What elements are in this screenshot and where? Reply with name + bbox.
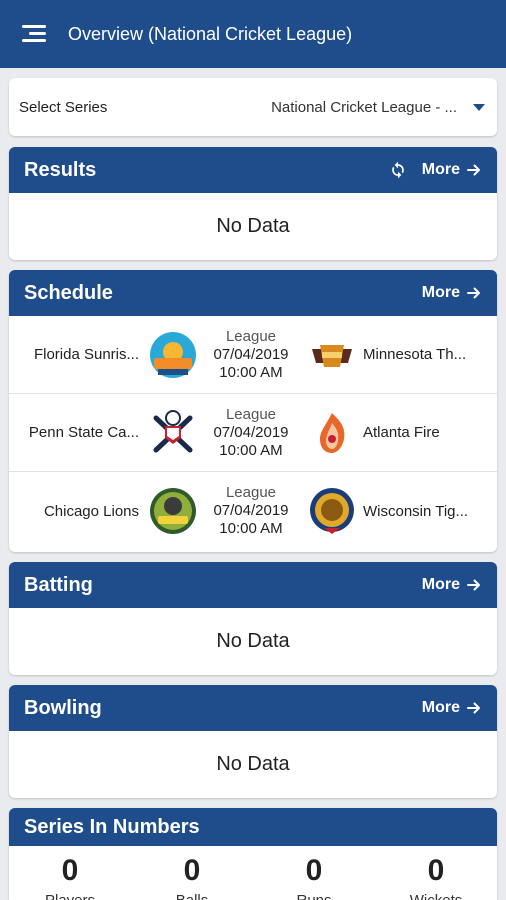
- wisconsin-tigers-logo-icon: [303, 485, 361, 537]
- stat-wickets: 0 Wickets: [375, 846, 497, 900]
- atlanta-fire-logo-icon: [303, 407, 361, 459]
- bowling-header: Bowling More: [9, 685, 497, 731]
- match-type: League: [225, 327, 277, 345]
- penn-state-logo-icon: [147, 407, 199, 459]
- select-series-value[interactable]: National Cricket League - ...: [271, 99, 457, 116]
- menu-icon[interactable]: [22, 25, 46, 43]
- batting-more-button[interactable]: More: [422, 576, 482, 594]
- results-title: Results: [24, 158, 97, 181]
- stat-label: Wickets: [375, 892, 497, 900]
- stat-label: Runs: [253, 892, 375, 900]
- stat-runs: 0 Runs: [253, 846, 375, 900]
- batting-title: Batting: [24, 573, 93, 596]
- home-team-name: Chicago Lions: [43, 502, 139, 520]
- bowling-card: Bowling More No Data: [9, 685, 497, 798]
- stat-value: 0: [61, 854, 79, 887]
- schedule-more-button[interactable]: More: [422, 284, 482, 302]
- arrow-right-icon: [467, 702, 480, 714]
- stat-label: Players: [9, 892, 131, 900]
- results-card: Results More No Data: [9, 147, 497, 260]
- stat-players: 0 Players: [9, 846, 131, 900]
- stat-value: 0: [305, 854, 323, 887]
- stat-label: Balls: [131, 892, 253, 900]
- match-type: League: [225, 405, 277, 423]
- page-title: Overview (National Cricket League): [68, 23, 353, 44]
- arrow-right-icon: [467, 164, 480, 176]
- series-selector[interactable]: Select Series National Cricket League - …: [9, 78, 497, 136]
- florida-sunrisers-logo-icon: [147, 329, 199, 381]
- bowling-empty: No Data: [216, 753, 290, 775]
- stat-value: 0: [427, 854, 445, 887]
- chicago-lions-logo-icon: [147, 485, 199, 537]
- results-empty: No Data: [216, 215, 290, 237]
- match-time: 10:00 AM: [219, 363, 283, 381]
- batting-header: Batting More: [9, 562, 497, 608]
- match-info: League 07/04/2019 10:00 AM: [199, 406, 303, 460]
- app-bar: Overview (National Cricket League): [0, 0, 506, 68]
- results-header: Results More: [9, 147, 497, 193]
- series-numbers-card: Series In Numbers 0 Players 0 Balls 0 Ru…: [9, 808, 497, 900]
- results-more-button[interactable]: More: [422, 161, 482, 179]
- minnesota-thunder-logo-icon: [303, 329, 361, 381]
- series-stats: 0 Players 0 Balls 0 Runs 0 Wickets: [9, 846, 497, 900]
- away-team-name: Atlanta Fire: [363, 424, 440, 441]
- more-label: More: [421, 161, 460, 178]
- dropdown-arrow-icon[interactable]: [473, 103, 485, 111]
- home-team-name: Florida Sunris...: [33, 346, 139, 363]
- bowling-title: Bowling: [24, 696, 102, 719]
- match-type: League: [225, 484, 277, 501]
- match-row[interactable]: Penn State Ca... League 07/04/2019 10:00…: [9, 394, 497, 472]
- stat-value: 0: [183, 854, 201, 887]
- match-row[interactable]: Florida Sunris... League 07/04/2019 10:0…: [9, 316, 497, 394]
- schedule-header: Schedule More: [9, 270, 497, 316]
- select-series-label: Select Series: [19, 98, 108, 116]
- match-date: 07/04/2019: [213, 502, 289, 519]
- stat-balls: 0 Balls: [131, 846, 253, 900]
- away-team-name: Wisconsin Tig...: [363, 502, 469, 520]
- batting-empty: No Data: [216, 630, 290, 652]
- match-info: League 07/04/2019 10:00 AM: [199, 328, 303, 382]
- home-team-name: Penn State Ca...: [28, 424, 139, 441]
- refresh-icon[interactable]: [388, 160, 408, 180]
- batting-card: Batting More No Data: [9, 562, 497, 675]
- schedule-title: Schedule: [24, 281, 113, 304]
- match-time: 10:00 AM: [219, 520, 283, 537]
- series-numbers-header: Series In Numbers: [9, 808, 497, 846]
- match-time: 10:00 AM: [219, 441, 283, 459]
- bowling-more-button[interactable]: More: [422, 699, 482, 717]
- match-info: League 07/04/2019 10:00 AM: [199, 484, 303, 538]
- match-date: 07/04/2019: [213, 423, 289, 441]
- more-label: More: [421, 699, 460, 716]
- away-team-name: Minnesota Th...: [363, 346, 467, 363]
- series-numbers-title: Series In Numbers: [24, 815, 200, 838]
- match-row[interactable]: Chicago Lions League 07/04/2019 10:00 AM…: [9, 472, 497, 550]
- schedule-card: Schedule More Florida Sunris... League 0…: [9, 270, 497, 552]
- more-label: More: [421, 576, 460, 593]
- arrow-right-icon: [467, 579, 480, 591]
- match-date: 07/04/2019: [213, 345, 289, 363]
- more-label: More: [421, 284, 460, 301]
- arrow-right-icon: [467, 287, 480, 299]
